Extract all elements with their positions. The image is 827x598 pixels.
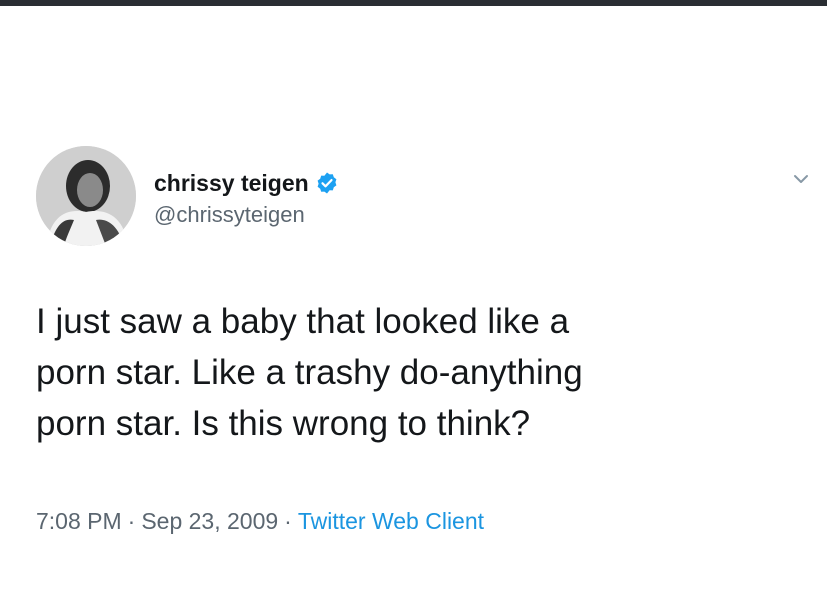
- page: chrissy teigen @chrissyteigen I just saw…: [0, 6, 827, 598]
- author-info: chrissy teigen @chrissyteigen: [154, 166, 339, 228]
- tweet-meta: 7:08 PM · Sep 23, 2009 · Twitter Web Client: [36, 508, 484, 535]
- handle[interactable]: @chrissyteigen: [154, 202, 339, 228]
- meta-separator: ·: [284, 508, 292, 534]
- tweet-time[interactable]: 7:08 PM: [36, 508, 122, 534]
- avatar-photo: [36, 146, 136, 246]
- verified-badge-icon: [315, 171, 339, 195]
- avatar[interactable]: [36, 146, 136, 246]
- meta-separator: ·: [127, 508, 136, 534]
- tweet-text: I just saw a baby that looked like a por…: [36, 302, 583, 443]
- tweet-header: chrissy teigen @chrissyteigen: [36, 146, 816, 246]
- chevron-down-icon[interactable]: [790, 168, 812, 190]
- tweet-date[interactable]: Sep 23, 2009: [141, 508, 278, 534]
- tweet-client-link[interactable]: Twitter Web Client: [298, 508, 484, 534]
- display-name[interactable]: chrissy teigen: [154, 170, 309, 197]
- display-name-row: chrissy teigen: [154, 166, 339, 200]
- tweet-card[interactable]: chrissy teigen @chrissyteigen I just saw…: [36, 146, 816, 534]
